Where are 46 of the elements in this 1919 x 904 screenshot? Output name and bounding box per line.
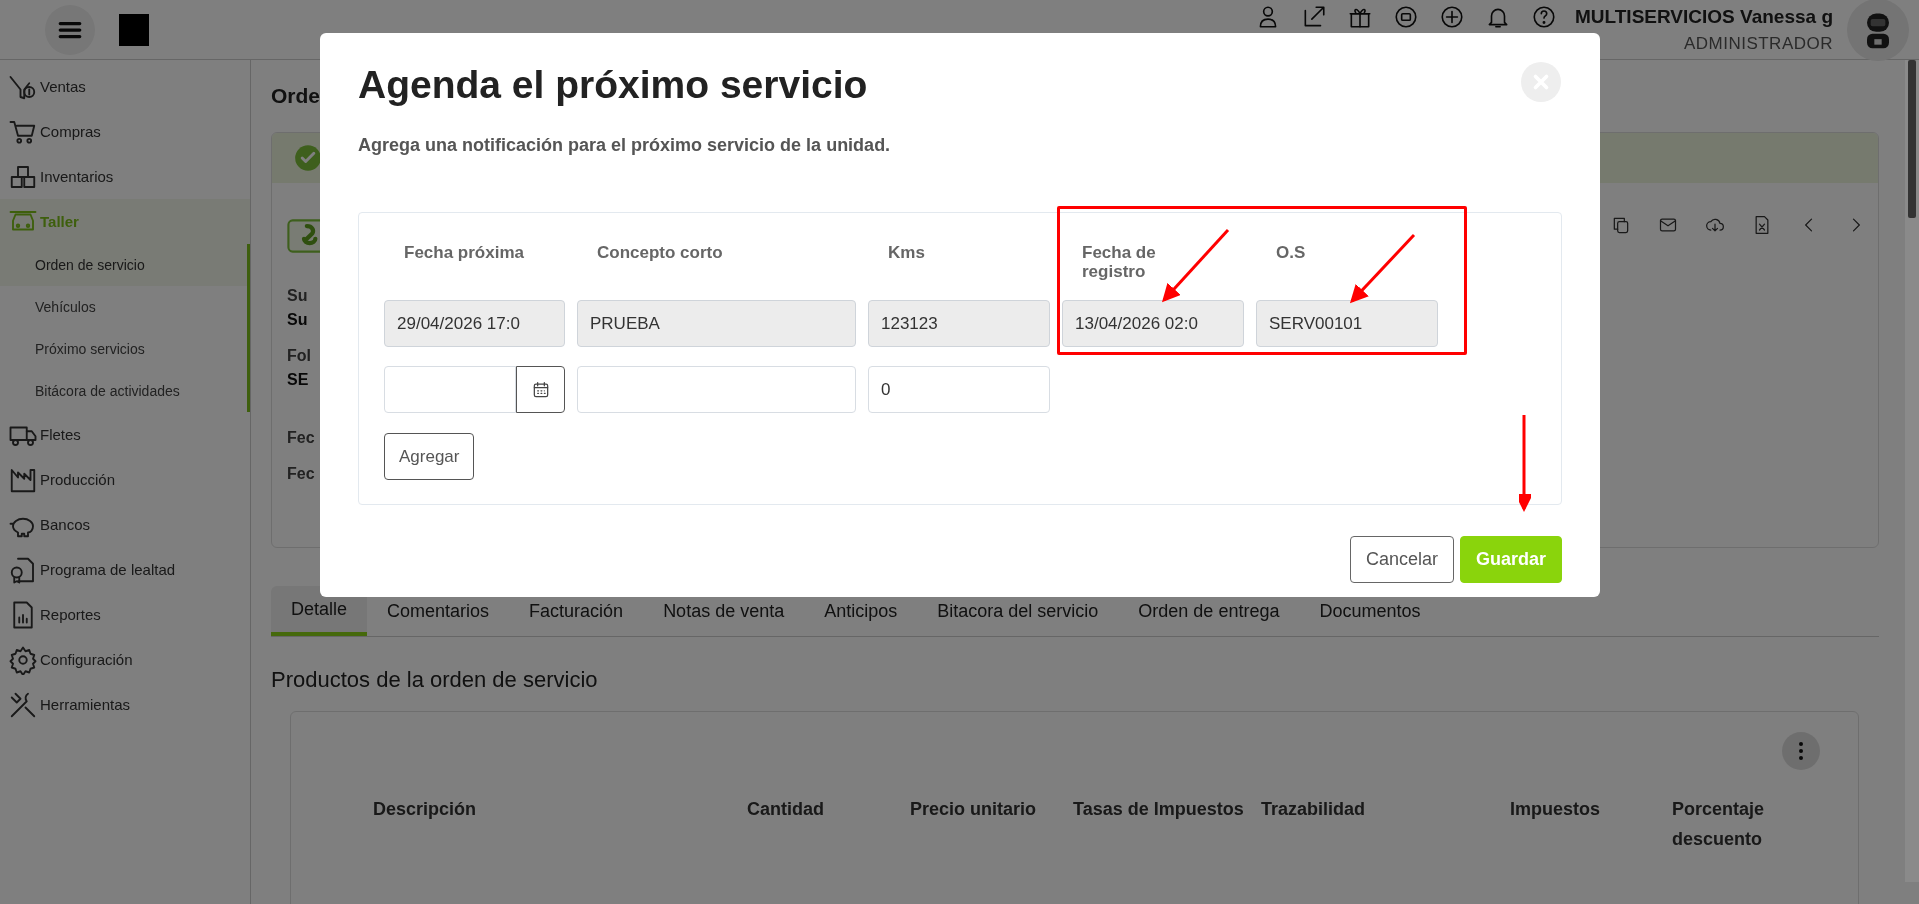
sidebar-subitem[interactable]: Orden de servicio xyxy=(0,244,247,286)
input-field[interactable]: PRUEBA xyxy=(577,300,856,347)
sidebar-item[interactable]: Ventas xyxy=(0,64,250,109)
column-header: Cantidad xyxy=(747,798,825,821)
sidebar-item[interactable]: Programa de lealtad xyxy=(0,547,250,592)
summary-label: Fol xyxy=(287,347,311,365)
sidebar-subitem[interactable]: Vehículos xyxy=(0,286,247,328)
sidebar-item[interactable]: Inventarios xyxy=(0,154,250,199)
sidebar-item[interactable]: Bancos xyxy=(0,502,250,547)
sidebar-item[interactable]: Configuración xyxy=(0,637,250,682)
cancel-button[interactable]: Cancelar xyxy=(1349,536,1454,583)
column-label: Concepto corto xyxy=(596,242,723,264)
sidebar-item[interactable]: Herramientas xyxy=(0,682,250,727)
user-role: ADMINISTRADOR xyxy=(1682,33,1833,54)
summary-value: Su xyxy=(287,311,308,329)
modal-title: Agenda el próximo servicio xyxy=(358,63,868,107)
page-title: Orde xyxy=(271,84,320,108)
summary-label: Su xyxy=(287,287,308,305)
add-button[interactable]: Agregar xyxy=(384,433,475,480)
user-name: MULTISERVICIOS Vanessa g xyxy=(1575,5,1833,28)
column-header: Precio unitario xyxy=(910,798,1038,821)
sidebar-subitem[interactable]: Próximo servicios xyxy=(0,328,247,370)
sidebar-item[interactable]: Producción xyxy=(0,457,250,502)
column-header: Tasas de Impuestos xyxy=(1073,798,1245,821)
input-field[interactable]: SERV00101 xyxy=(1256,300,1438,347)
modal-subtitle: Agrega una notificación para el próximo servicio de la unidad. xyxy=(358,135,892,156)
summary-label: Fec xyxy=(287,465,315,483)
sidebar-item[interactable]: Reportes xyxy=(0,592,250,637)
column-header: Descripción xyxy=(373,798,478,821)
column-header: Porcentaje descuento xyxy=(1672,798,1766,851)
column-header: Impuestos xyxy=(1510,798,1602,821)
column-label: Kms xyxy=(887,242,925,264)
input-field[interactable]: 29/04/2026 17:0 xyxy=(384,300,565,347)
sidebar-item[interactable]: Fletes xyxy=(0,412,250,457)
input-field[interactable]: 13/04/2026 02:0 xyxy=(1062,300,1244,347)
sidebar-subitem[interactable]: Bitácora de actividades xyxy=(0,370,247,412)
section-title: Productos de la orden de servicio xyxy=(271,667,599,693)
input-field[interactable]: 123123 xyxy=(868,300,1050,347)
column-label: Fecha próxima xyxy=(403,242,524,264)
summary-label: Fec xyxy=(287,429,315,447)
column-label: Fecha de registro xyxy=(1081,242,1157,281)
sidebar-item[interactable]: Compras xyxy=(0,109,250,154)
column-header: Trazabilidad xyxy=(1261,798,1367,821)
column-label: O.S xyxy=(1275,242,1306,264)
input-field[interactable]: 0 xyxy=(868,366,1050,413)
summary-value: SE xyxy=(287,371,309,389)
